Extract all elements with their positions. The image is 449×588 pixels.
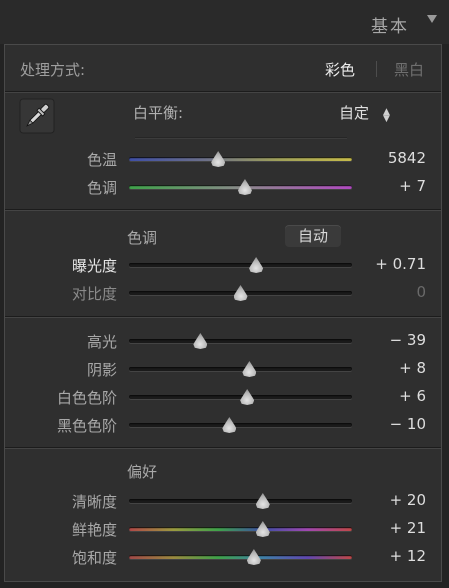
auto-tone-button[interactable]: 自动 (285, 225, 341, 247)
temp-slider[interactable] (129, 157, 352, 161)
white-balance-select[interactable]: 自定 (339, 102, 369, 123)
treatment-label: 处理方式: (20, 61, 86, 79)
white-balance-label: 白平衡: (133, 104, 184, 122)
blacks-label: 黑色色阶 (56, 417, 117, 435)
whites-thumb[interactable] (240, 389, 254, 405)
treatment-color-option[interactable]: 彩色 (325, 59, 355, 80)
exposure-slider[interactable] (129, 263, 352, 267)
shadows-value[interactable]: + 8 (346, 359, 426, 377)
divider (5, 209, 441, 211)
blacks-value[interactable]: − 10 (346, 415, 426, 433)
saturation-thumb[interactable] (247, 549, 261, 565)
divider (5, 316, 441, 318)
shadows-label: 阴影 (86, 361, 117, 379)
tint-label: 色调 (86, 179, 117, 197)
exposure-label: 曝光度 (71, 257, 117, 275)
divider (5, 447, 441, 449)
highlights-thumb[interactable] (193, 333, 207, 349)
saturation-label: 饱和度 (71, 549, 117, 567)
treatment-bw-option[interactable]: 黑白 (394, 59, 424, 80)
highlights-label: 高光 (86, 333, 117, 351)
panel-title: 基本 (371, 17, 409, 37)
updown-arrows-icon[interactable]: ▲ ▼ (383, 108, 390, 124)
tint-value[interactable]: + 7 (346, 177, 426, 195)
blacks-thumb[interactable] (222, 417, 236, 433)
exposure-value[interactable]: + 0.71 (346, 255, 426, 273)
exposure-thumb[interactable] (249, 257, 263, 273)
temp-thumb[interactable] (211, 151, 225, 167)
panel-header[interactable]: 基本 (0, 0, 449, 44)
shadows-thumb[interactable] (242, 361, 256, 377)
contrast-thumb[interactable] (234, 285, 248, 301)
tint-thumb[interactable] (238, 179, 252, 195)
wb-divider (135, 137, 347, 139)
basic-panel: 处理方式: 彩色 黑白 白平衡: 自定 ▲ ▼ 色温 5842 色调 + 7 色调… (4, 44, 442, 582)
highlights-slider[interactable] (129, 339, 352, 343)
shadows-slider[interactable] (129, 367, 352, 371)
highlights-value[interactable]: − 39 (346, 331, 426, 349)
temp-value[interactable]: 5842 (346, 149, 426, 167)
clarity-label: 清晰度 (71, 493, 117, 511)
blacks-slider[interactable] (129, 423, 352, 427)
clarity-slider[interactable] (129, 499, 352, 503)
presence-label: 偏好 (127, 463, 158, 481)
whites-label: 白色色阶 (56, 389, 117, 407)
tone-label: 色调 (127, 229, 158, 247)
contrast-label: 对比度 (71, 285, 117, 303)
divider (5, 91, 441, 93)
clarity-thumb[interactable] (256, 493, 270, 509)
vibrance-label: 鲜艳度 (71, 521, 117, 539)
vibrance-slider[interactable] (129, 527, 352, 531)
clarity-value[interactable]: + 20 (346, 491, 426, 509)
vibrance-thumb[interactable] (256, 521, 270, 537)
temp-label: 色温 (86, 151, 117, 169)
contrast-value[interactable]: 0 (346, 283, 426, 301)
treatment-divider (376, 61, 377, 77)
vibrance-value[interactable]: + 21 (346, 519, 426, 537)
eyedropper-icon[interactable] (19, 98, 55, 134)
saturation-value[interactable]: + 12 (346, 547, 426, 565)
whites-value[interactable]: + 6 (346, 387, 426, 405)
collapse-triangle-icon[interactable] (427, 15, 437, 23)
saturation-slider[interactable] (129, 555, 352, 559)
